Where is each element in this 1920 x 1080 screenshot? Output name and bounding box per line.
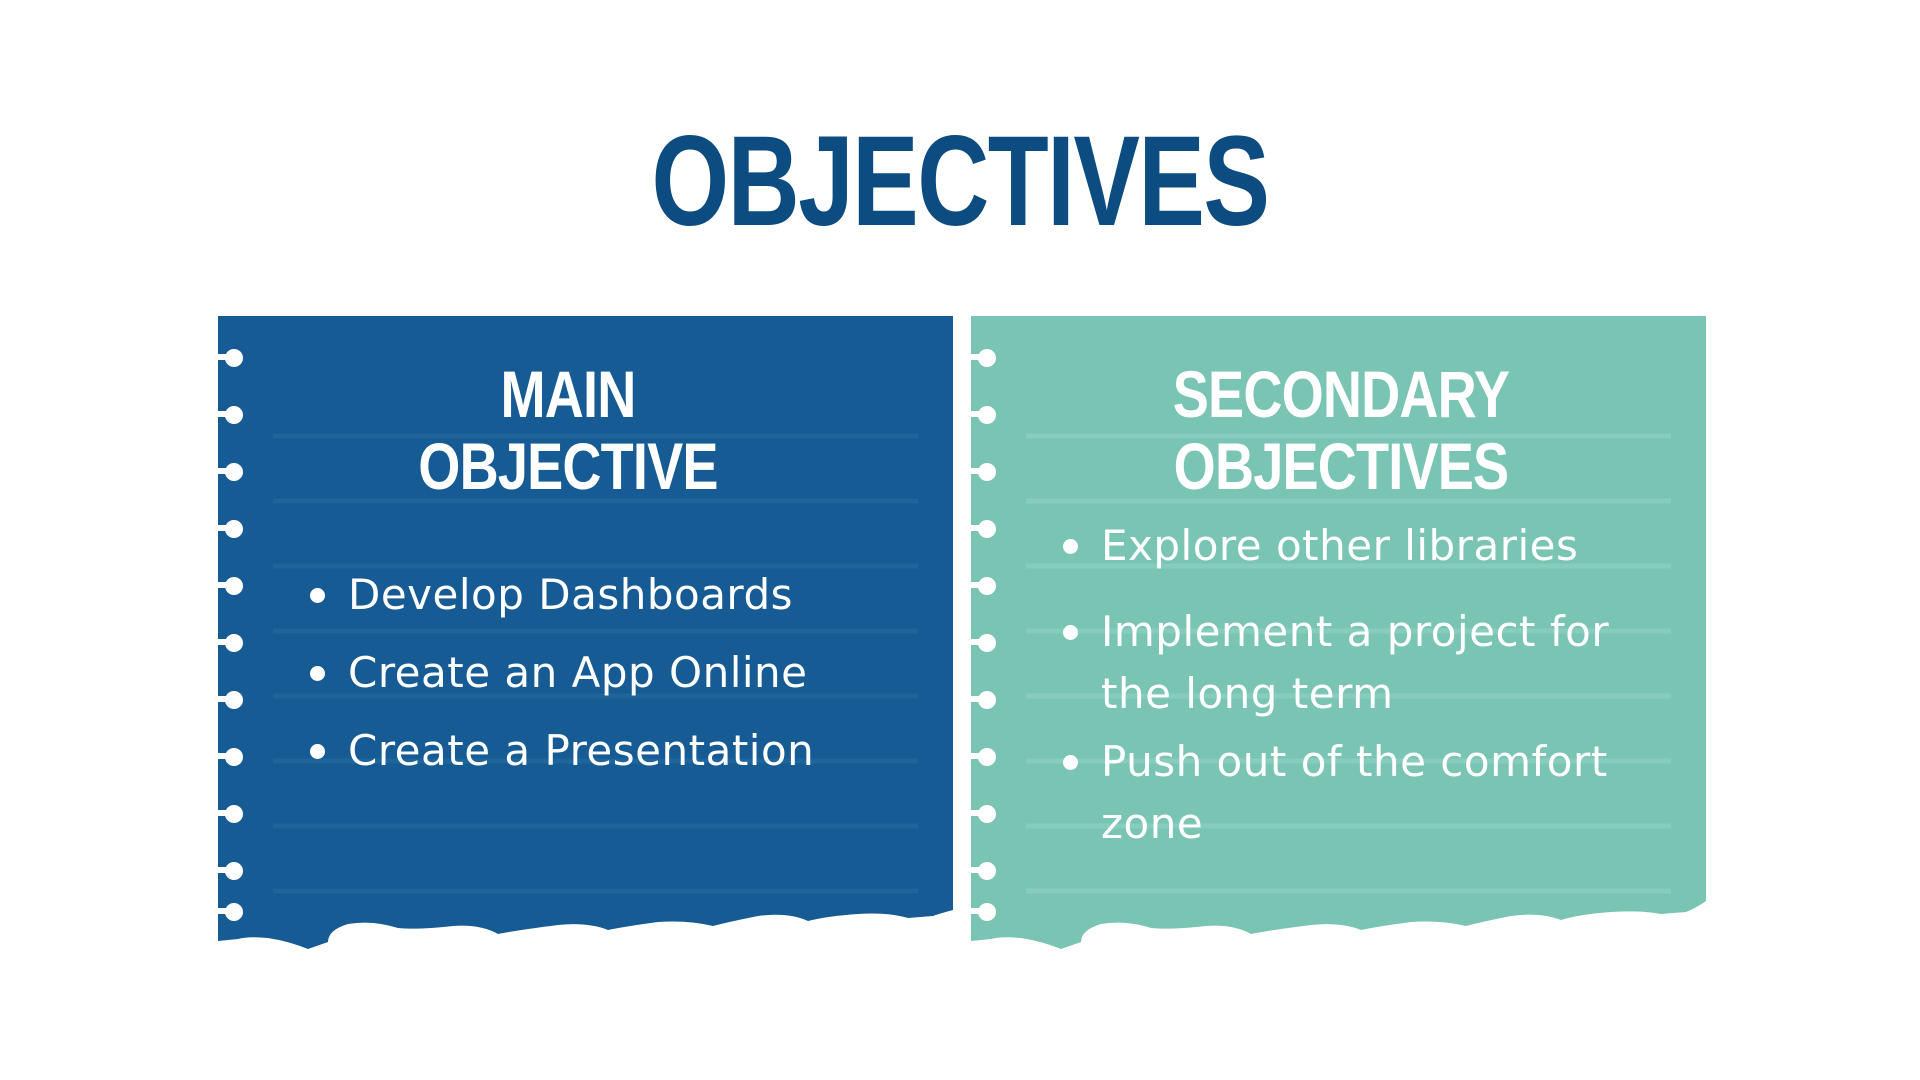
main-heading-line1: MAIN — [500, 357, 636, 431]
slide-title: OBJECTIVES — [651, 110, 1270, 253]
secondary-objectives-list: Explore other libraries Implement a proj… — [1059, 515, 1669, 861]
secondary-objectives-heading: SECONDARY OBJECTIVES — [1038, 358, 1645, 502]
list-item: Create an App Online — [306, 644, 926, 702]
list-item: Implement a project for the long term — [1059, 601, 1669, 725]
main-objective-list: Develop Dashboards Create an App Online … — [306, 566, 926, 800]
secondary-heading-line2: OBJECTIVES — [1173, 429, 1509, 503]
secondary-heading-line1: SECONDARY — [1172, 357, 1510, 431]
list-item: Explore other libraries — [1059, 515, 1669, 577]
main-objective-card: MAIN OBJECTIVE Develop Dashboards Create… — [218, 316, 953, 966]
main-objective-heading: MAIN OBJECTIVE — [281, 358, 855, 502]
main-heading-line2: OBJECTIVE — [418, 429, 718, 503]
list-item: Develop Dashboards — [306, 566, 926, 624]
list-item: Create a Presentation — [306, 722, 926, 780]
list-item: Push out of the comfort zone — [1059, 731, 1669, 855]
secondary-objectives-card: SECONDARY OBJECTIVES Explore other libra… — [971, 316, 1706, 966]
